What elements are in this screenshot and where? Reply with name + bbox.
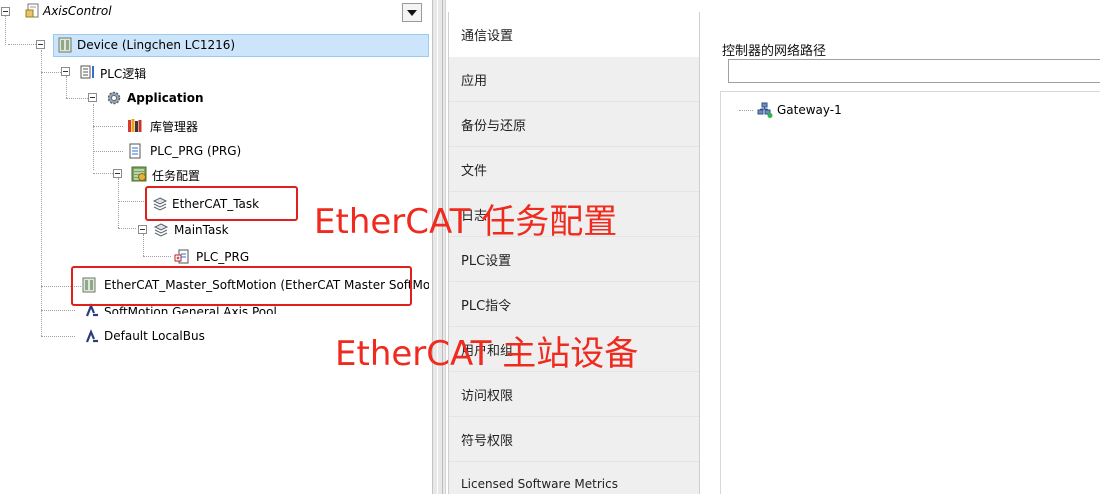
gateway-node[interactable]: Gateway-1 bbox=[739, 102, 842, 118]
collapse-icon[interactable] bbox=[1, 7, 10, 16]
tree-item-application[interactable]: Application bbox=[0, 87, 430, 109]
tree-item-plc-prg[interactable]: PLC_PRG (PRG) bbox=[0, 140, 430, 162]
tree-item-label: PLC逻辑 bbox=[100, 67, 147, 81]
tree-root-axiscontrol[interactable]: AxisControl bbox=[0, 1, 430, 23]
tab-access-rights[interactable]: 访问权限 bbox=[449, 372, 700, 417]
tree-item-label: PLC_PRG bbox=[196, 250, 250, 264]
annotation-ethercat-master: EtherCAT 主站设备 bbox=[335, 334, 639, 374]
collapse-icon[interactable] bbox=[138, 225, 147, 234]
tree-item-label: Application bbox=[127, 91, 204, 105]
device-settings-tabs: 通信设置 应用 备份与还原 文件 日志 PLC设置 PLC指令 用户和组 访问权… bbox=[448, 12, 700, 494]
task-config-icon bbox=[131, 166, 147, 182]
collapse-icon[interactable] bbox=[88, 93, 97, 102]
ethercat-master-highlight-box bbox=[71, 266, 412, 306]
tab-licensed-software-metrics[interactable]: Licensed Software Metrics bbox=[449, 462, 700, 494]
ethercat-task-highlight-box bbox=[145, 186, 298, 221]
local-bus-icon bbox=[84, 328, 100, 344]
tree-item-plc-prg-call[interactable]: PLC_PRG bbox=[0, 246, 430, 268]
device-tree-panel: AxisControl Device (Lingchen LC1216) PLC… bbox=[0, 0, 432, 494]
network-path-input[interactable] bbox=[728, 59, 1100, 83]
library-books-icon bbox=[127, 117, 143, 133]
tab-application[interactable]: 应用 bbox=[449, 57, 700, 102]
device-icon bbox=[57, 37, 73, 53]
tree-item-plc-logic[interactable]: PLC逻辑 bbox=[0, 61, 430, 83]
network-tree[interactable]: Gateway-1 bbox=[720, 91, 1100, 494]
tab-files[interactable]: 文件 bbox=[449, 147, 700, 192]
tree-item-library-manager[interactable]: 库管理器 bbox=[0, 114, 430, 136]
project-icon bbox=[25, 3, 41, 19]
tab-symbol-rights[interactable]: 符号权限 bbox=[449, 417, 700, 462]
tree-connector bbox=[739, 109, 753, 111]
communication-settings-pane: 控制器的网络路径 Gateway-1 bbox=[699, 12, 1100, 494]
tab-backup-restore[interactable]: 备份与还原 bbox=[449, 102, 700, 147]
tree-item-label: MainTask bbox=[174, 223, 229, 237]
tab-plc-settings[interactable]: PLC设置 bbox=[449, 237, 700, 282]
tree-item-device[interactable]: Device (Lingchen LC1216) bbox=[0, 34, 430, 56]
plc-logic-icon bbox=[80, 64, 96, 80]
collapse-icon[interactable] bbox=[113, 169, 122, 178]
tree-root-label: AxisControl bbox=[43, 4, 112, 18]
panel-splitter[interactable] bbox=[432, 0, 446, 494]
collapse-icon[interactable] bbox=[36, 40, 45, 49]
tree-item-label: 任务配置 bbox=[152, 169, 201, 183]
tab-plc-commands[interactable]: PLC指令 bbox=[449, 282, 700, 327]
tree-item-label: Device (Lingchen LC1216) bbox=[77, 38, 236, 52]
dropdown-arrow-icon[interactable] bbox=[402, 3, 422, 22]
program-call-icon bbox=[174, 249, 190, 265]
pou-document-icon bbox=[127, 143, 143, 159]
annotation-ethercat-task: EtherCAT 任务配置 bbox=[314, 202, 618, 242]
task-stack-icon bbox=[153, 222, 169, 238]
tree-item-label: Default LocalBus bbox=[104, 329, 205, 343]
tree-item-task-config[interactable]: 任务配置 bbox=[0, 163, 430, 185]
tab-communication-settings[interactable]: 通信设置 bbox=[449, 12, 700, 57]
network-path-label: 控制器的网络路径 bbox=[722, 44, 827, 59]
tree-item-label: 库管理器 bbox=[150, 120, 199, 134]
gateway-label: Gateway-1 bbox=[777, 103, 842, 117]
tree-item-label: PLC_PRG (PRG) bbox=[150, 144, 242, 158]
gateway-network-icon bbox=[757, 102, 773, 118]
collapse-icon[interactable] bbox=[61, 67, 70, 76]
application-gear-icon bbox=[106, 90, 122, 106]
